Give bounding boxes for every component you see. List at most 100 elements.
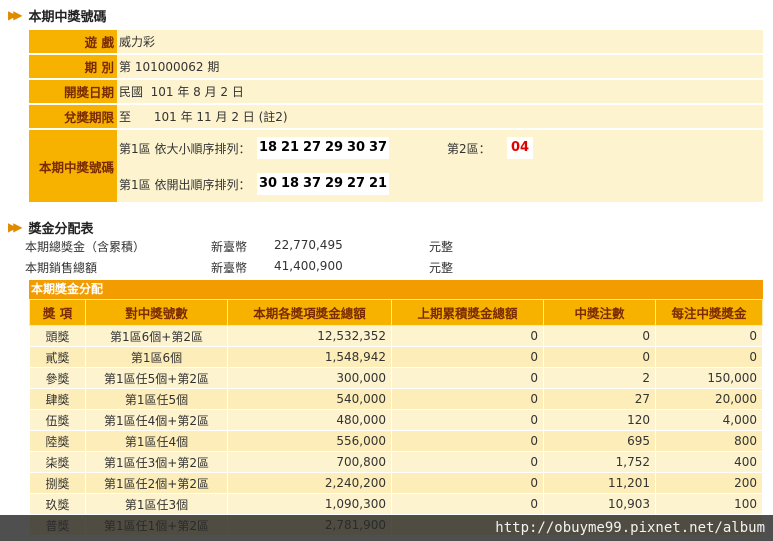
total-prize-value: 22,770,495 — [274, 238, 343, 252]
matched-numbers-cell: 第1區任2個+第2區 — [85, 472, 228, 494]
total-prize-unit: 元整 — [429, 240, 454, 254]
prize-per-ticket-cell: 20,000 — [655, 388, 763, 410]
sorted-number: 21 — [279, 137, 301, 159]
prize-per-ticket-cell: 100 — [655, 493, 763, 515]
matched-numbers-cell: 第1區任3個 — [85, 493, 228, 515]
previous-jackpot-cell: 0 — [391, 388, 544, 410]
current-prize-total-cell: 1,090,300 — [227, 493, 392, 515]
draw-date-value: 民國 101 年 8 月 2 日 — [117, 80, 763, 103]
watermark-url: http://obuyme99.pixnet.net/album — [0, 515, 773, 541]
matched-numbers-cell: 第1區任5個 — [85, 388, 228, 410]
double-arrow-icon: ▶▶ — [8, 8, 23, 22]
winner-count-cell: 0 — [543, 346, 656, 368]
previous-jackpot-cell: 0 — [391, 472, 544, 494]
header-prize-tier: 獎 項 — [29, 299, 86, 326]
sales-currency: 新臺幣 — [211, 261, 248, 275]
drawn-number: 29 — [323, 173, 345, 195]
table-row: 肆獎 第1區任5個 540,000 0 27 20,000 — [29, 388, 763, 410]
header-current-prize-total: 本期各獎項獎金總額 — [227, 299, 392, 326]
current-prize-total-cell: 540,000 — [227, 388, 392, 410]
redeem-deadline-value: 至 101 年 11 月 2 日 (註2) — [117, 105, 763, 128]
current-prize-total-cell: 12,532,352 — [227, 325, 392, 347]
winning-numbers-label: 本期中獎號碼 — [29, 130, 117, 202]
sorted-label: 第1區 依大小順序排列： — [119, 141, 251, 156]
prize-per-ticket-cell: 150,000 — [655, 367, 763, 389]
prize-tier-cell: 陸獎 — [29, 430, 86, 452]
prize-per-ticket-cell: 200 — [655, 472, 763, 494]
sales-unit: 元整 — [429, 261, 454, 275]
winner-count-cell: 10,903 — [543, 493, 656, 515]
current-prize-total-cell: 1,548,942 — [227, 346, 392, 368]
table-row: 貳獎 第1區6個 1,548,942 0 0 0 — [29, 346, 763, 368]
prize-per-ticket-cell: 800 — [655, 430, 763, 452]
total-prize-label: 本期總獎金（含累積） — [25, 240, 146, 254]
matched-numbers-cell: 第1區6個 — [85, 346, 228, 368]
section-title: 本期中獎號碼 — [28, 9, 107, 25]
winner-count-cell: 27 — [543, 388, 656, 410]
matched-numbers-cell: 第1區任5個+第2區 — [85, 367, 228, 389]
previous-jackpot-cell: 0 — [391, 409, 544, 431]
matched-numbers-cell: 第1區任4個 — [85, 430, 228, 452]
table-row: 參獎 第1區任5個+第2區 300,000 0 2 150,000 — [29, 367, 763, 389]
previous-jackpot-cell: 0 — [391, 325, 544, 347]
header-matched-numbers: 對中獎號數 — [85, 299, 228, 326]
sorted-number: 29 — [323, 137, 345, 159]
winner-count-cell: 695 — [543, 430, 656, 452]
table-row: 伍獎 第1區任4個+第2區 480,000 0 120 4,000 — [29, 409, 763, 431]
prize-distribution-table: 本期獎金分配 獎 項 對中獎號數 本期各獎項獎金總額 上期累積獎金總額 中獎注數… — [29, 280, 763, 536]
header-winner-count: 中獎注數 — [543, 299, 656, 326]
sorted-number: 37 — [367, 137, 389, 159]
section-title: 獎金分配表 — [28, 221, 94, 237]
drawn-number: 18 — [279, 173, 301, 195]
winner-count-cell: 1,752 — [543, 451, 656, 473]
matched-numbers-cell: 第1區6個+第2區 — [85, 325, 228, 347]
header-previous-jackpot: 上期累積獎金總額 — [391, 299, 544, 326]
drawn-number: 21 — [367, 173, 389, 195]
drawn-number: 27 — [345, 173, 367, 195]
winner-count-cell: 0 — [543, 325, 656, 347]
prize-table-caption: 本期獎金分配 — [29, 280, 763, 299]
sorted-numbers-row: 第1區 依大小順序排列： 18 21 27 29 30 37 第2區： 04 — [117, 130, 763, 166]
table-row: 柒獎 第1區任3個+第2區 700,800 0 1,752 400 — [29, 451, 763, 473]
table-row: 頭獎 第1區6個+第2區 12,532,352 0 0 0 — [29, 325, 763, 347]
table-row: 捌獎 第1區任2個+第2區 2,240,200 0 11,201 200 — [29, 472, 763, 494]
matched-numbers-cell: 第1區任4個+第2區 — [85, 409, 228, 431]
zone2-number: 04 — [507, 137, 533, 159]
total-prize-currency: 新臺幣 — [211, 240, 248, 254]
winner-count-cell: 120 — [543, 409, 656, 431]
sales-label: 本期銷售總額 — [25, 261, 98, 275]
redeem-deadline-label: 兌獎期限 — [29, 105, 117, 128]
current-prize-total-cell: 300,000 — [227, 367, 392, 389]
matched-numbers-cell: 第1區任3個+第2區 — [85, 451, 228, 473]
prize-tier-cell: 玖獎 — [29, 493, 86, 515]
previous-jackpot-cell: 0 — [391, 367, 544, 389]
table-row: 陸獎 第1區任4個 556,000 0 695 800 — [29, 430, 763, 452]
current-prize-total-cell: 2,240,200 — [227, 472, 392, 494]
previous-jackpot-cell: 0 — [391, 493, 544, 515]
winner-count-cell: 11,201 — [543, 472, 656, 494]
current-prize-total-cell: 480,000 — [227, 409, 392, 431]
drawn-numbers-row: 第1區 依開出順序排列： 30 18 37 29 27 21 — [117, 166, 763, 202]
previous-jackpot-cell: 0 — [391, 451, 544, 473]
period-value: 第 101000062 期 — [117, 55, 763, 78]
section-header-prize-table: ▶▶ 獎金分配表 — [8, 218, 94, 237]
prize-tier-cell: 柒獎 — [29, 451, 86, 473]
prize-per-ticket-cell: 0 — [655, 346, 763, 368]
draw-date-label: 開獎日期 — [29, 80, 117, 103]
prize-tier-cell: 參獎 — [29, 367, 86, 389]
draw-info-table: 遊 戲 威力彩 期 別 第 101000062 期 開獎日期 民國 101 年 … — [29, 28, 763, 204]
previous-jackpot-cell: 0 — [391, 346, 544, 368]
prize-tier-cell: 伍獎 — [29, 409, 86, 431]
header-prize-per-ticket: 每注中獎獎金 — [655, 299, 763, 326]
current-prize-total-cell: 700,800 — [227, 451, 392, 473]
previous-jackpot-cell: 0 — [391, 430, 544, 452]
game-value: 威力彩 — [117, 30, 763, 53]
prize-per-ticket-cell: 400 — [655, 451, 763, 473]
prize-per-ticket-cell: 4,000 — [655, 409, 763, 431]
period-label: 期 別 — [29, 55, 117, 78]
prize-tier-cell: 頭獎 — [29, 325, 86, 347]
drawn-number: 37 — [301, 173, 323, 195]
double-arrow-icon: ▶▶ — [8, 220, 23, 234]
sorted-number: 27 — [301, 137, 323, 159]
drawn-number: 30 — [257, 173, 279, 195]
